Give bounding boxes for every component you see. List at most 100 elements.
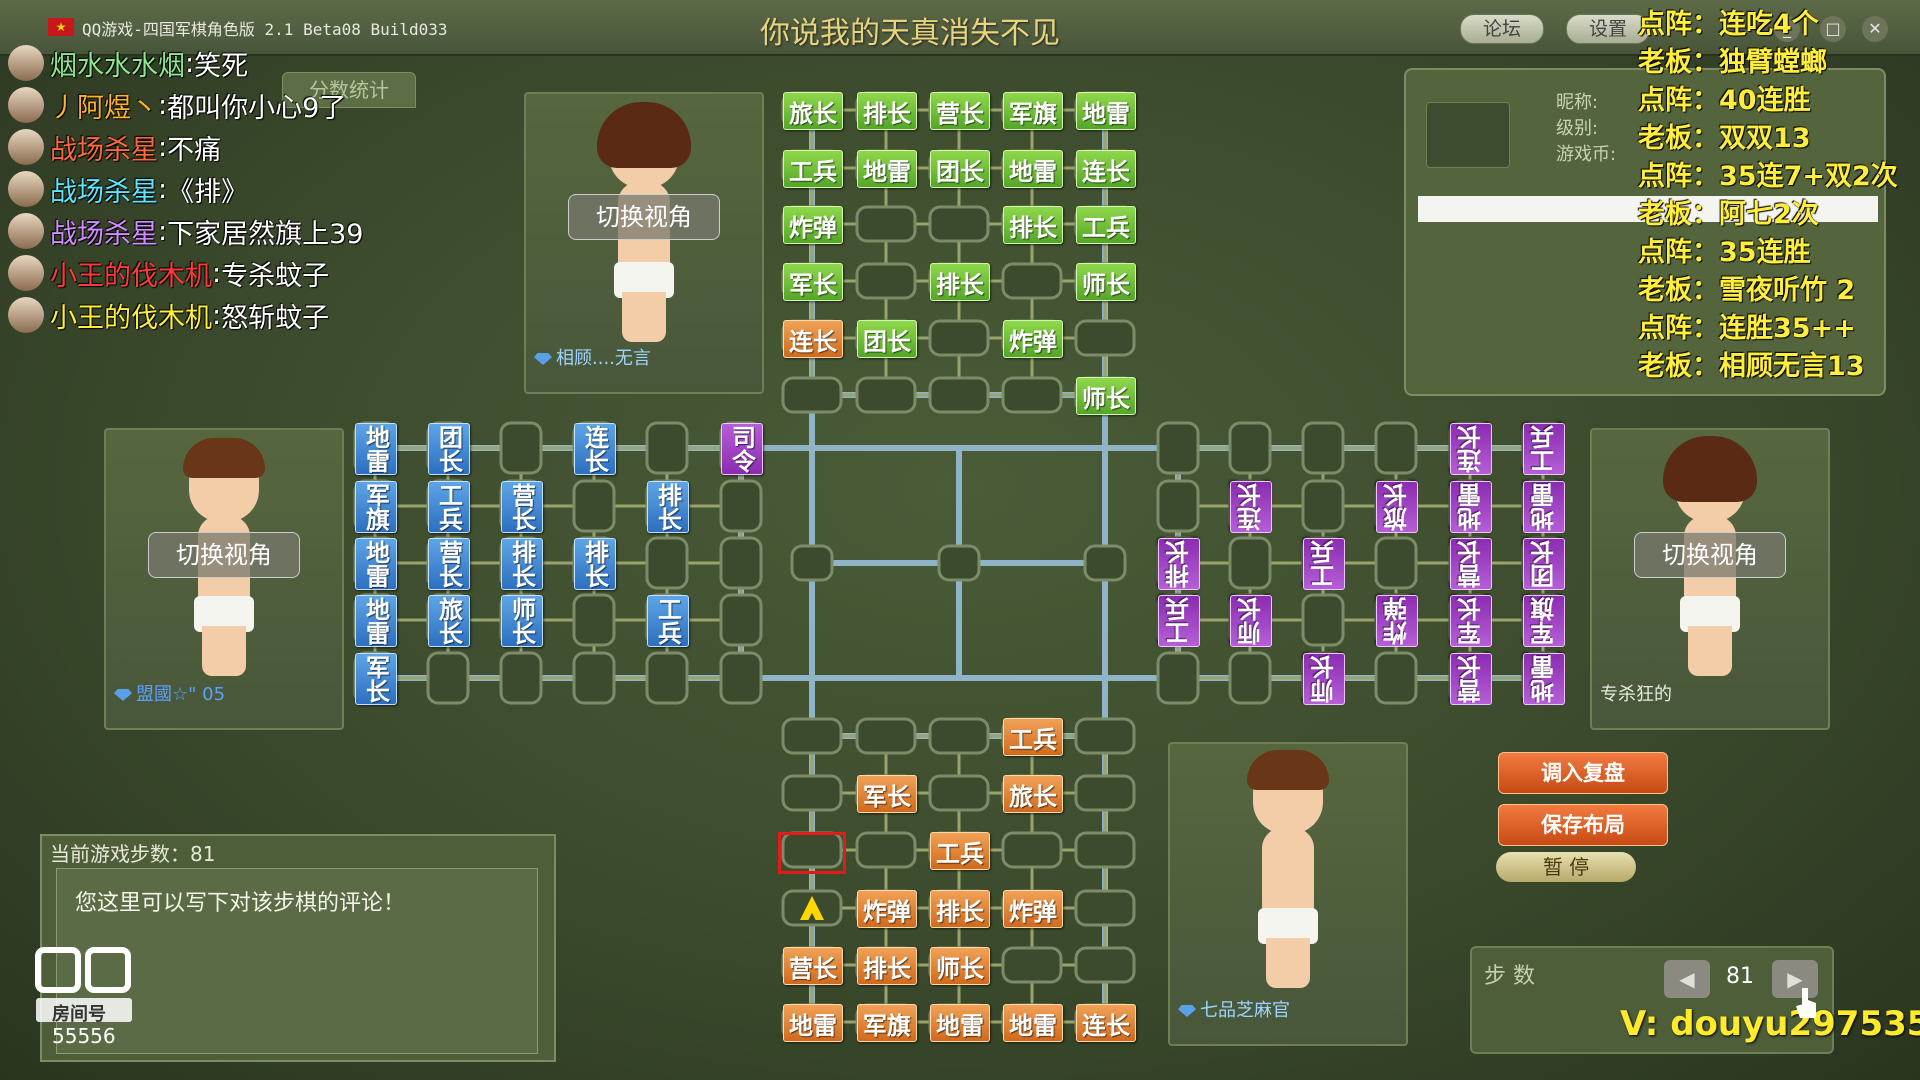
chess-piece[interactable]: 营长 xyxy=(783,947,843,985)
board-slot[interactable] xyxy=(1228,421,1272,475)
chess-piece[interactable]: 营长 xyxy=(428,538,470,590)
chess-piece[interactable]: 地雷 xyxy=(930,1004,990,1042)
board-slot[interactable] xyxy=(1074,889,1136,927)
chess-piece[interactable]: 营长 xyxy=(501,481,543,533)
board-slot[interactable] xyxy=(928,376,990,414)
board-slot[interactable] xyxy=(928,774,990,812)
chess-piece[interactable]: 地雷 xyxy=(1450,481,1492,533)
board-slot[interactable] xyxy=(1074,774,1136,812)
save-layout-button[interactable]: 保存布局 xyxy=(1498,804,1668,846)
chess-piece[interactable]: 排长 xyxy=(647,481,689,533)
board-slot[interactable] xyxy=(719,651,763,705)
chess-piece[interactable]: 排长 xyxy=(930,890,990,928)
board-slot[interactable] xyxy=(1374,536,1418,590)
board-slot[interactable] xyxy=(928,319,990,357)
chess-piece[interactable]: 师长 xyxy=(1230,595,1272,647)
board-slot[interactable] xyxy=(572,651,616,705)
chess-piece[interactable]: 旅长 xyxy=(428,595,470,647)
next-step-button[interactable]: ▶ xyxy=(1772,960,1818,998)
chess-piece[interactable]: 师长 xyxy=(1076,263,1136,301)
chess-piece[interactable]: 连长 xyxy=(783,320,843,358)
chess-piece[interactable]: 军旗 xyxy=(1523,595,1565,647)
chess-piece[interactable]: 地雷 xyxy=(1003,150,1063,188)
chess-piece[interactable]: 军旗 xyxy=(857,1004,917,1042)
chess-piece[interactable]: 地雷 xyxy=(355,595,397,647)
board-slot[interactable] xyxy=(1301,593,1345,647)
switch-view-button[interactable]: 切换视角 xyxy=(148,532,300,578)
chess-piece[interactable]: 排长 xyxy=(1158,538,1200,590)
board-slot[interactable] xyxy=(426,651,470,705)
chess-piece[interactable]: 军旗 xyxy=(355,481,397,533)
chess-piece[interactable]: 旅长 xyxy=(1003,775,1063,813)
chess-piece[interactable]: 师长 xyxy=(501,595,543,647)
chess-piece[interactable]: 连长 xyxy=(1230,481,1272,533)
chess-piece[interactable]: 师长 xyxy=(1303,653,1345,705)
board-slot[interactable] xyxy=(855,205,917,243)
board-slot[interactable] xyxy=(1074,946,1136,984)
board-slot[interactable] xyxy=(499,651,543,705)
chess-piece[interactable]: 排长 xyxy=(857,92,917,130)
chess-piece[interactable]: 地雷 xyxy=(355,538,397,590)
board-slot[interactable] xyxy=(1301,421,1345,475)
chess-piece[interactable]: 地雷 xyxy=(1523,481,1565,533)
prev-step-button[interactable]: ◀ xyxy=(1664,960,1710,998)
board-slot[interactable] xyxy=(719,479,763,533)
board-slot[interactable] xyxy=(790,544,834,582)
board-slot[interactable] xyxy=(1156,479,1200,533)
chess-piece[interactable]: 炸弹 xyxy=(1003,890,1063,928)
chess-piece[interactable]: 工兵 xyxy=(647,595,689,647)
chess-piece[interactable]: 军长 xyxy=(783,263,843,301)
chess-piece[interactable]: 工兵 xyxy=(1076,206,1136,244)
chess-piece[interactable]: 排长 xyxy=(857,947,917,985)
board-slot[interactable] xyxy=(1156,651,1200,705)
chess-piece[interactable]: 军长 xyxy=(857,775,917,813)
chess-piece[interactable]: 师长 xyxy=(1076,377,1136,415)
board-slot[interactable] xyxy=(855,376,917,414)
chess-piece[interactable]: 地雷 xyxy=(1076,92,1136,130)
chess-piece[interactable]: 排长 xyxy=(501,538,543,590)
chess-piece[interactable]: 炸弹 xyxy=(1003,320,1063,358)
chess-piece[interactable]: 连长 xyxy=(1076,150,1136,188)
board-slot[interactable] xyxy=(572,479,616,533)
load-replay-button[interactable]: 调入复盘 xyxy=(1498,752,1668,794)
chess-piece[interactable]: 军旗 xyxy=(1003,92,1063,130)
board-slot[interactable] xyxy=(1374,421,1418,475)
chess-piece[interactable]: 工兵 xyxy=(1523,423,1565,475)
board-slot[interactable] xyxy=(1301,479,1345,533)
chess-piece[interactable]: 地雷 xyxy=(1003,1004,1063,1042)
chess-piece[interactable]: 团长 xyxy=(857,320,917,358)
chess-piece[interactable]: 排长 xyxy=(930,263,990,301)
chess-piece[interactable]: 营长 xyxy=(930,92,990,130)
board-slot[interactable] xyxy=(1074,831,1136,869)
chess-piece[interactable]: 地雷 xyxy=(355,423,397,475)
chess-piece[interactable]: 工兵 xyxy=(930,832,990,870)
chess-piece[interactable]: 团长 xyxy=(428,423,470,475)
chess-piece[interactable]: 连长 xyxy=(1450,423,1492,475)
board-slot[interactable] xyxy=(645,536,689,590)
board-slot[interactable] xyxy=(1083,544,1127,582)
chess-piece[interactable]: 炸弹 xyxy=(1376,595,1418,647)
chess-piece[interactable]: 营长 xyxy=(1450,653,1492,705)
chess-piece[interactable]: 军长 xyxy=(355,653,397,705)
chess-piece[interactable]: 旅长 xyxy=(783,92,843,130)
chess-piece[interactable]: 连长 xyxy=(574,423,616,475)
board-slot[interactable] xyxy=(1074,319,1136,357)
board-slot[interactable] xyxy=(719,593,763,647)
chess-piece[interactable]: 师长 xyxy=(930,947,990,985)
board-slot[interactable] xyxy=(781,376,843,414)
chess-piece[interactable]: 排长 xyxy=(1003,206,1063,244)
chess-piece[interactable]: 工兵 xyxy=(428,481,470,533)
chess-piece[interactable]: 工兵 xyxy=(783,150,843,188)
board-slot[interactable] xyxy=(1074,717,1136,755)
switch-view-button[interactable]: 切换视角 xyxy=(568,194,720,240)
board-slot[interactable] xyxy=(1001,376,1063,414)
chess-piece[interactable]: 军长 xyxy=(1450,595,1492,647)
chess-piece[interactable]: 团长 xyxy=(1523,538,1565,590)
board-slot[interactable] xyxy=(1228,651,1272,705)
chess-piece[interactable]: 地雷 xyxy=(1523,653,1565,705)
switch-view-button[interactable]: 切换视角 xyxy=(1634,532,1786,578)
board-slot[interactable] xyxy=(781,717,843,755)
board-slot[interactable] xyxy=(1001,946,1063,984)
chess-piece[interactable]: 地雷 xyxy=(783,1004,843,1042)
pause-button[interactable]: 暂 停 xyxy=(1496,852,1636,882)
